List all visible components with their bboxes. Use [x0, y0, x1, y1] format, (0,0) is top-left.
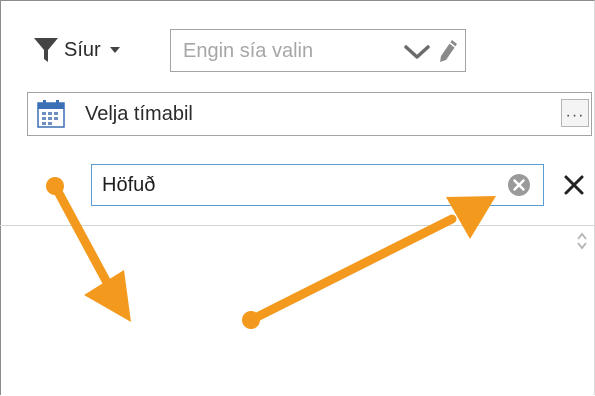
filter-button-label: Síur	[64, 38, 101, 61]
search-input[interactable]	[102, 171, 492, 199]
period-picker[interactable]: Velja tímabil ···	[27, 92, 592, 136]
filter-select[interactable]: Engin sía valin	[170, 29, 466, 72]
calendar-icon	[37, 100, 65, 128]
scroll-arrows-icon[interactable]	[575, 231, 589, 251]
filter-button[interactable]: Síur	[33, 34, 120, 66]
pencil-icon[interactable]	[437, 38, 459, 64]
period-picker-label: Velja tímabil	[85, 103, 193, 125]
funnel-icon	[34, 38, 58, 62]
more-options-button[interactable]: ···	[561, 99, 589, 127]
clear-circle-icon[interactable]	[507, 173, 531, 197]
chevron-down-icon[interactable]	[404, 44, 430, 60]
close-icon[interactable]	[563, 174, 585, 196]
divider	[0, 225, 595, 226]
caret-down-icon	[109, 47, 120, 53]
search-box[interactable]	[91, 164, 544, 206]
filter-select-placeholder: Engin sía valin	[183, 40, 314, 62]
